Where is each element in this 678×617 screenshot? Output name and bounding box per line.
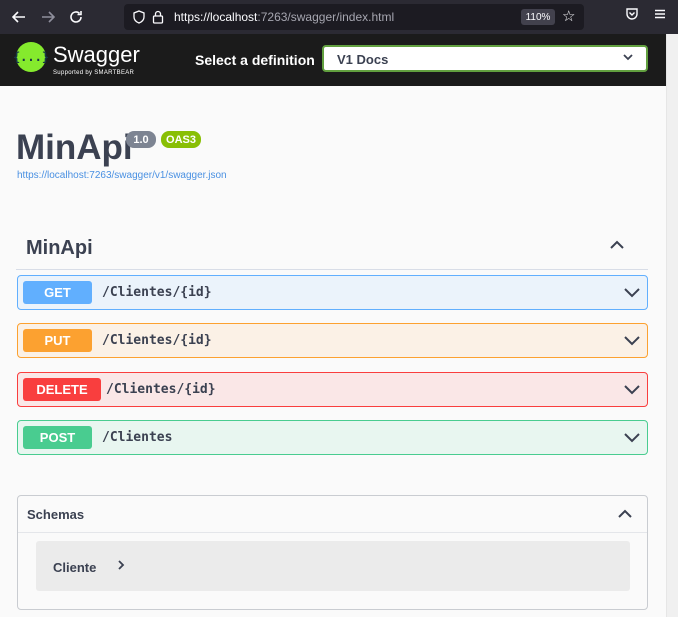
version-badge: 1.0	[126, 131, 156, 148]
back-arrow-icon[interactable]	[8, 6, 30, 28]
hamburger-menu-icon[interactable]	[653, 7, 667, 24]
schemas-title[interactable]: Schemas	[27, 507, 84, 522]
chevron-down-icon[interactable]	[623, 283, 641, 301]
operation-delete-clientes-id[interactable]: DELETE /Clientes/{id}	[17, 372, 648, 407]
operation-put-clientes-id[interactable]: PUT /Clientes/{id}	[17, 323, 648, 358]
operation-post-clientes[interactable]: POST /Clientes	[17, 420, 648, 455]
reload-icon[interactable]	[65, 6, 87, 28]
definition-selected-value: V1 Docs	[337, 52, 389, 67]
method-badge: DELETE	[23, 378, 101, 401]
url-text: https://localhost:7263/swagger/index.htm…	[174, 10, 395, 24]
operation-path: /Clientes/{id}	[102, 285, 212, 300]
definition-label: Select a definition	[195, 52, 315, 68]
chevron-right-icon[interactable]	[116, 558, 126, 574]
operation-path: /Clientes	[102, 430, 173, 445]
swagger-topbar: {...} Swagger Supported by SMARTBEAR Sel…	[0, 34, 666, 86]
api-title: MinApi	[16, 128, 133, 167]
bookmark-star-icon[interactable]: ☆	[562, 7, 575, 25]
schemas-section: Schemas Cliente	[17, 495, 648, 610]
address-bar[interactable]: https://localhost:7263/swagger/index.htm…	[124, 4, 584, 30]
operation-path: /Clientes/{id}	[106, 382, 216, 397]
chevron-up-icon[interactable]	[608, 236, 626, 259]
method-badge: PUT	[23, 329, 92, 352]
operation-get-clientes-id[interactable]: GET /Clientes/{id}	[17, 275, 648, 310]
schemas-divider	[18, 532, 647, 533]
chevron-down-icon[interactable]	[623, 380, 641, 398]
spec-url-link[interactable]: https://localhost:7263/swagger/v1/swagge…	[17, 170, 227, 181]
zoom-level-badge[interactable]: 110%	[521, 9, 555, 25]
method-badge: POST	[23, 426, 92, 449]
page-scrollbar[interactable]	[666, 34, 678, 617]
forward-arrow-icon[interactable]	[37, 6, 59, 28]
pocket-icon[interactable]	[625, 7, 639, 24]
swagger-logo-icon[interactable]: {...}	[13, 42, 49, 72]
model-name: Cliente	[53, 560, 97, 575]
method-badge: GET	[23, 281, 92, 304]
chevron-up-icon[interactable]	[617, 506, 633, 527]
model-cliente[interactable]: Cliente	[36, 541, 630, 591]
swagger-logo-text[interactable]: Swagger	[53, 42, 140, 68]
lock-icon[interactable]	[152, 10, 164, 24]
tag-title[interactable]: MinApi	[26, 237, 93, 260]
swagger-logo-tagline: Supported by SMARTBEAR	[53, 70, 135, 76]
oas-badge: OAS3	[161, 131, 201, 148]
tag-divider	[16, 269, 648, 270]
chevron-down-icon[interactable]	[623, 428, 641, 446]
shield-icon[interactable]	[132, 10, 146, 24]
chevron-down-icon	[622, 51, 634, 66]
chevron-down-icon[interactable]	[623, 331, 641, 349]
browser-toolbar: https://localhost:7263/swagger/index.htm…	[0, 0, 678, 34]
operation-path: /Clientes/{id}	[102, 333, 212, 348]
definition-select[interactable]: V1 Docs	[322, 45, 648, 72]
